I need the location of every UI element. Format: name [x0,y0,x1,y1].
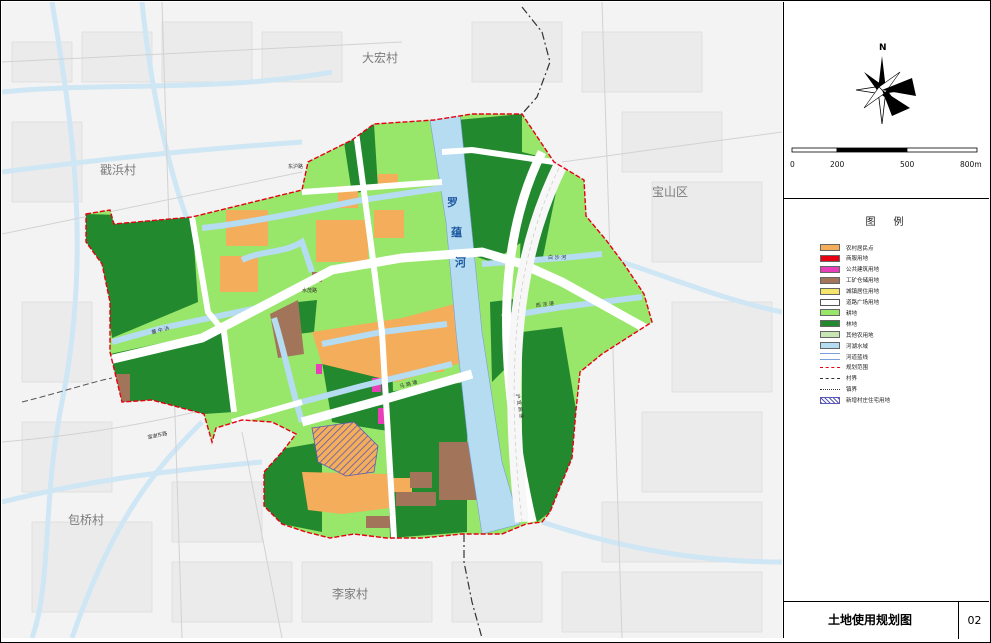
legend-label: 河道蓝线 [846,354,869,361]
place-dahong: 大宏村 [362,50,398,65]
legend-label: 林地 [846,321,858,328]
legend-swatch [820,265,840,273]
legend-item: 林地 [820,319,857,328]
river-label-3: 河 [455,255,466,269]
legend-swatch [820,331,840,339]
legend-item: 商服用地 [820,254,868,263]
legend-label: 公共建筑用地 [846,267,880,274]
scale-label-500: 500 [900,160,915,169]
compass-and-scale: N [791,43,978,153]
legend-item: 农村居民点 [820,243,874,252]
legend-item: 河道蓝线 [820,352,868,361]
map-side-panel: N 0 200 500 800m 图 例 农村居民点 商服用地 公共建筑用地 工… [783,2,989,639]
legend-swatch [820,353,840,360]
land-use-map[interactable]: 大宏村 戳浜村 宝山区 包桥村 李家村 罗 蕴 河 东沪路 水茂路 富谢东路 沪… [2,2,782,638]
legend-swatch [820,396,840,404]
place-lijia: 李家村 [332,586,368,601]
legend-item: 城镇居住用地 [820,287,879,296]
drawing-title: 土地使用规划图 [827,613,912,627]
legend-item: 公共建筑用地 [820,265,879,274]
scale-label-800m: 800m [960,160,982,169]
title-block: 土地使用规划图 02 [784,601,989,639]
river-label-1: 罗 [447,196,458,209]
legend-label: 道路广场用地 [846,300,880,306]
legend-item: 镇界 [820,385,857,394]
scale-bar [791,147,978,153]
legend-swatch [820,320,840,328]
scale-label-0: 0 [790,160,795,169]
legend-swatch [820,287,840,295]
legend-label: 商服用地 [846,256,869,263]
legend-item: 规划范围 [820,363,868,372]
legend-swatch [820,244,840,251]
river-label-2: 蕴 [451,225,462,239]
north-label: N [879,43,887,53]
legend-item: 新增村庄住宅用地 [820,396,890,405]
road-label-shuichan: 水茂路 [302,287,317,294]
legend-item: 道路广场用地 [820,298,879,307]
legend-item: 耕地 [820,308,857,317]
legend-label: 镇界 [846,387,858,394]
legend-swatch [820,298,840,306]
legend-swatch [820,388,840,390]
legend-swatch [820,342,840,350]
legend-label: 村界 [846,376,858,383]
road-label-dongliu: 东沪路 [288,163,303,170]
place-zhanbin: 戳浜村 [100,163,136,177]
place-baoqiao: 包桥村 [68,513,104,527]
legend-label: 其他农用地 [846,332,874,339]
legend-swatch [820,309,840,317]
legend-label: 耕地 [846,310,858,317]
legend-item: 河湖水域 [820,341,868,350]
scale-label-200: 200 [830,160,845,169]
legend-swatch [820,377,840,379]
legend-swatch [820,254,840,262]
road-label-baisha: 白 沙 河 [548,254,566,261]
map-canvas: 大宏村 戳浜村 宝山区 包桥村 李家村 罗 蕴 河 东沪路 水茂路 富谢东路 沪… [2,2,782,638]
legend-label: 河湖水域 [846,343,869,350]
legend-item: 工矿仓储用地 [820,276,879,285]
legend-swatch [820,366,840,368]
north-scale-section: N 0 200 500 800m [784,2,989,199]
legend-label: 城镇居住用地 [846,289,880,296]
legend-label: 农村居民点 [846,245,874,252]
legend-swatch [820,276,840,284]
place-baoshan: 宝山区 [652,185,688,199]
legend-label: 规划范围 [846,365,869,372]
legend-section: 图 例 农村居民点商服用地公共建筑用地 工矿仓储用地 城镇居住用地 道路广场用地 耕地林… [784,199,989,602]
legend-label: 新增村庄住宅用地 [846,398,891,405]
drawing-number: 02 [958,602,990,639]
legend-item: 其他农用地 [820,330,874,339]
north-arrow-icon [855,56,916,125]
legend-label: 工矿仓储用地 [846,278,880,285]
legend-title: 图 例 [865,217,908,228]
legend-item: 村界 [820,374,857,383]
